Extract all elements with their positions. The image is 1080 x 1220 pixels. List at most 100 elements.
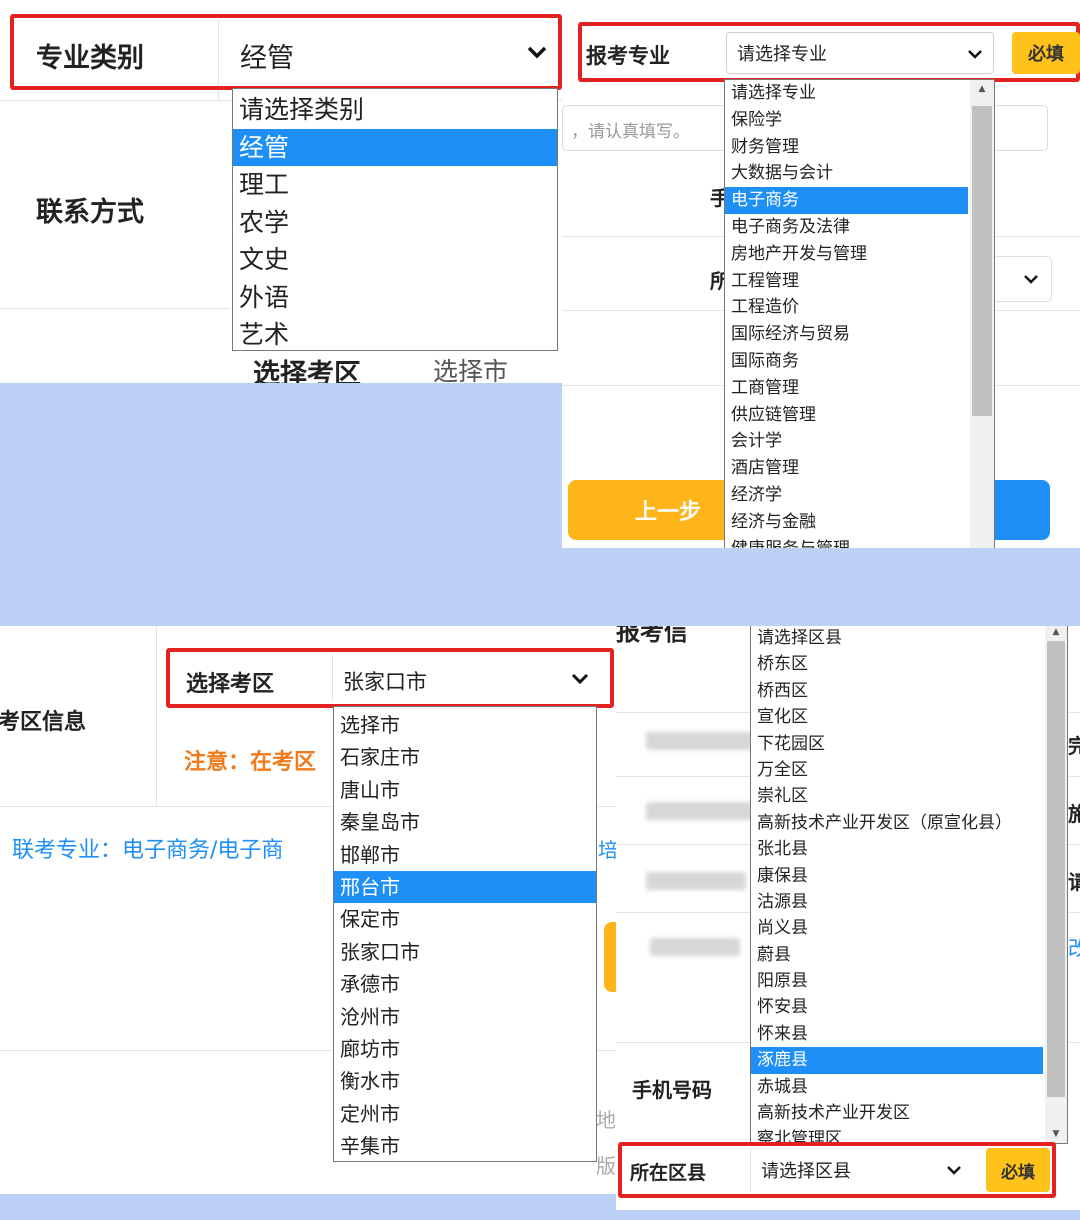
dropdown-options: 请选择类别 经管 理工 农学 文史 外语 艺术 — [233, 91, 557, 350]
dropdown-option[interactable]: 承德市 — [334, 968, 596, 1000]
dropdown-option[interactable]: 张北县 — [751, 836, 1043, 862]
scroll-up-icon[interactable]: ▲ — [1045, 627, 1067, 637]
dropdown-option-selected[interactable]: 邢台市 — [334, 870, 596, 904]
dropdown-option[interactable]: 宣化区 — [751, 704, 1043, 730]
dropdown-option[interactable]: 高新技术产业开发区 — [751, 1100, 1043, 1126]
dropdown-option-selected[interactable]: 涿鹿县 — [751, 1047, 1043, 1074]
dropdown-option[interactable]: 健康服务与管理 — [725, 536, 968, 548]
dropdown-option[interactable]: 万全区 — [751, 757, 1043, 783]
dropdown-options: 请选择区县 桥东区 桥西区 宣化区 下花园区 万全区 崇礼区 高新技术产业开发区（原宣化县）张… — [751, 626, 1043, 1143]
dropdown-option[interactable]: 农学 — [233, 204, 557, 242]
category-panel: 专业类别 经管 请选择类别 经管 理工 农学 文史 外语 艺术 联系方式 选择考区 选择市 — [0, 0, 562, 383]
dropdown-option[interactable]: 选择市 — [334, 709, 596, 741]
district-scrollbar[interactable]: ▲ ▼ — [1045, 626, 1067, 1143]
partial-orange-button[interactable] — [604, 922, 616, 992]
dropdown-option[interactable]: 大数据与会计 — [725, 160, 968, 187]
dropdown-option[interactable]: 定州市 — [334, 1098, 596, 1130]
right-partial-3: 请 — [1068, 870, 1080, 894]
dropdown-option[interactable]: 请选择区县 — [751, 626, 1043, 651]
dropdown-option[interactable]: 国际商务 — [725, 348, 968, 375]
category-select-value: 经管 — [240, 43, 294, 74]
required-label: 必填 — [1028, 44, 1064, 65]
dropdown-option[interactable]: 工程管理 — [725, 268, 968, 295]
district-select-value: 请选择区县 — [761, 1161, 851, 1182]
section-label: 考区信息 — [0, 710, 87, 735]
dropdown-option[interactable]: 桥东区 — [751, 651, 1043, 677]
district-label: 所在区县 — [630, 1162, 707, 1184]
dropdown-option[interactable]: 阳原县 — [751, 968, 1043, 994]
dropdown-option[interactable]: 康保县 — [751, 863, 1043, 889]
city-dropdown-list[interactable]: 选择市 石家庄市 唐山市 秦皇岛市 邯郸市 邢台市 保定市 张家口市 承德市 沧州市 廊坊市 衡水市定… — [333, 706, 597, 1162]
dropdown-option[interactable]: 蔚县 — [751, 942, 1043, 968]
major-panel: ，请认真填写。 手 所 上一步 报考专业 请选择专业 必填 请选择专业 保险学 财务… — [562, 0, 1080, 548]
dropdown-option[interactable]: 秦皇岛市 — [334, 806, 596, 838]
dropdown-option[interactable]: 经济与金融 — [725, 509, 968, 536]
dropdown-option[interactable]: 高新技术产业开发区（原宣化县） — [751, 810, 1043, 836]
notice-text: 注意：在考区 — [184, 750, 317, 775]
dropdown-option[interactable]: 怀安县 — [751, 994, 1043, 1020]
dropdown-option[interactable]: 怀来县 — [751, 1021, 1043, 1047]
contact-label: 联系方式 — [36, 197, 144, 228]
required-badge: 必填 — [986, 1148, 1050, 1192]
dropdown-option-selected[interactable]: 电子商务 — [725, 187, 968, 214]
dropdown-option[interactable]: 外语 — [233, 279, 557, 317]
category-dropdown-list[interactable]: 请选择类别 经管 理工 农学 文史 外语 艺术 — [232, 88, 558, 351]
scroll-down-icon[interactable]: ▼ — [1045, 1129, 1067, 1139]
major-select[interactable]: 请选择专业 — [726, 32, 994, 74]
dropdown-option[interactable]: 房地产开发与管理 — [725, 241, 968, 268]
dropdown-option[interactable]: 国际经济与贸易 — [725, 321, 968, 348]
partial-right-text: 培 — [598, 838, 616, 862]
dropdown-option[interactable]: 文史 — [233, 241, 557, 279]
dropdown-option[interactable]: 保定市 — [334, 903, 596, 935]
dropdown-option[interactable]: 下花园区 — [751, 731, 1043, 757]
district-select-partial[interactable] — [992, 256, 1052, 302]
scrollbar-thumb[interactable] — [1047, 641, 1065, 1097]
exam-area-label: 选择考区 — [253, 359, 361, 383]
dropdown-option[interactable]: 财务管理 — [725, 134, 968, 161]
dropdown-option[interactable]: 经济学 — [725, 482, 968, 509]
dropdown-option[interactable]: 保险学 — [725, 107, 968, 134]
dropdown-option[interactable]: 赤城县 — [751, 1074, 1043, 1100]
dropdown-option[interactable]: 沧州市 — [334, 1001, 596, 1033]
dropdown-option[interactable]: 供应链管理 — [725, 402, 968, 429]
dropdown-option[interactable]: 崇礼区 — [751, 783, 1043, 809]
dropdown-option[interactable]: 电子商务及法律 — [725, 214, 968, 241]
required-badge: 必填 — [1012, 32, 1080, 74]
dropdown-option[interactable]: 工程造价 — [725, 294, 968, 321]
scrollbar-thumb[interactable] — [972, 106, 992, 416]
dropdown-options: 选择市 石家庄市 唐山市 秦皇岛市 邯郸市 邢台市 保定市 张家口市 承德市 沧州市 廊坊市 衡水市定… — [334, 709, 596, 1161]
city-select[interactable]: 张家口市 — [332, 654, 599, 702]
dropdown-option[interactable]: 理工 — [233, 166, 557, 204]
divider — [156, 626, 157, 806]
blurred-field-3 — [646, 872, 746, 890]
category-select[interactable]: 经管 — [230, 22, 558, 84]
scroll-up-icon[interactable]: ▲ — [970, 84, 994, 94]
district-select[interactable]: 请选择区县 — [750, 1148, 970, 1192]
dropdown-option[interactable]: 请选择专业 — [725, 80, 968, 107]
dropdown-option[interactable]: 会计学 — [725, 428, 968, 455]
dropdown-option[interactable]: 沽源县 — [751, 889, 1043, 915]
city-select-placeholder[interactable]: 选择市 — [433, 352, 508, 383]
dropdown-option[interactable]: 石家庄市 — [334, 741, 596, 773]
dropdown-option[interactable]: 张家口市 — [334, 936, 596, 968]
dropdown-option[interactable]: 尚义县 — [751, 915, 1043, 941]
district-dropdown-list[interactable]: 请选择区县 桥东区 桥西区 宣化区 下花园区 万全区 崇礼区 高新技术产业开发区（原宣化县）张… — [750, 626, 1068, 1144]
dropdown-option[interactable]: 酒店管理 — [725, 455, 968, 482]
major-dropdown-list[interactable]: 请选择专业 保险学 财务管理 大数据与会计 电子商务 电子商务及法律 房地产开发与管理 工程管… — [724, 79, 995, 548]
joint-major-link[interactable]: 联考专业：电子商务/电子商 — [12, 832, 283, 864]
dropdown-option[interactable]: 廊坊市 — [334, 1033, 596, 1065]
major-scrollbar[interactable]: ▲ ▼ — [970, 80, 994, 548]
dropdown-option[interactable]: 工商管理 — [725, 375, 968, 402]
dropdown-option[interactable]: 唐山市 — [334, 774, 596, 806]
dropdown-option[interactable]: 衡水市 — [334, 1065, 596, 1097]
dropdown-option[interactable]: 邯郸市 — [334, 839, 596, 871]
dropdown-option-selected[interactable]: 经管 — [233, 128, 557, 166]
dropdown-options: 请选择专业 保险学 财务管理 大数据与会计 电子商务 电子商务及法律 房地产开发与管理 工程管… — [725, 80, 968, 548]
dropdown-option[interactable]: 请选择类别 — [233, 91, 557, 129]
chevron-down-icon — [1024, 275, 1038, 284]
category-label: 专业类别 — [36, 43, 144, 74]
dropdown-option[interactable]: 艺术 — [233, 316, 557, 350]
dropdown-option[interactable]: 桥西区 — [751, 678, 1043, 704]
dropdown-option[interactable]: 辛集市 — [334, 1130, 596, 1161]
blurred-field-2 — [646, 802, 756, 820]
